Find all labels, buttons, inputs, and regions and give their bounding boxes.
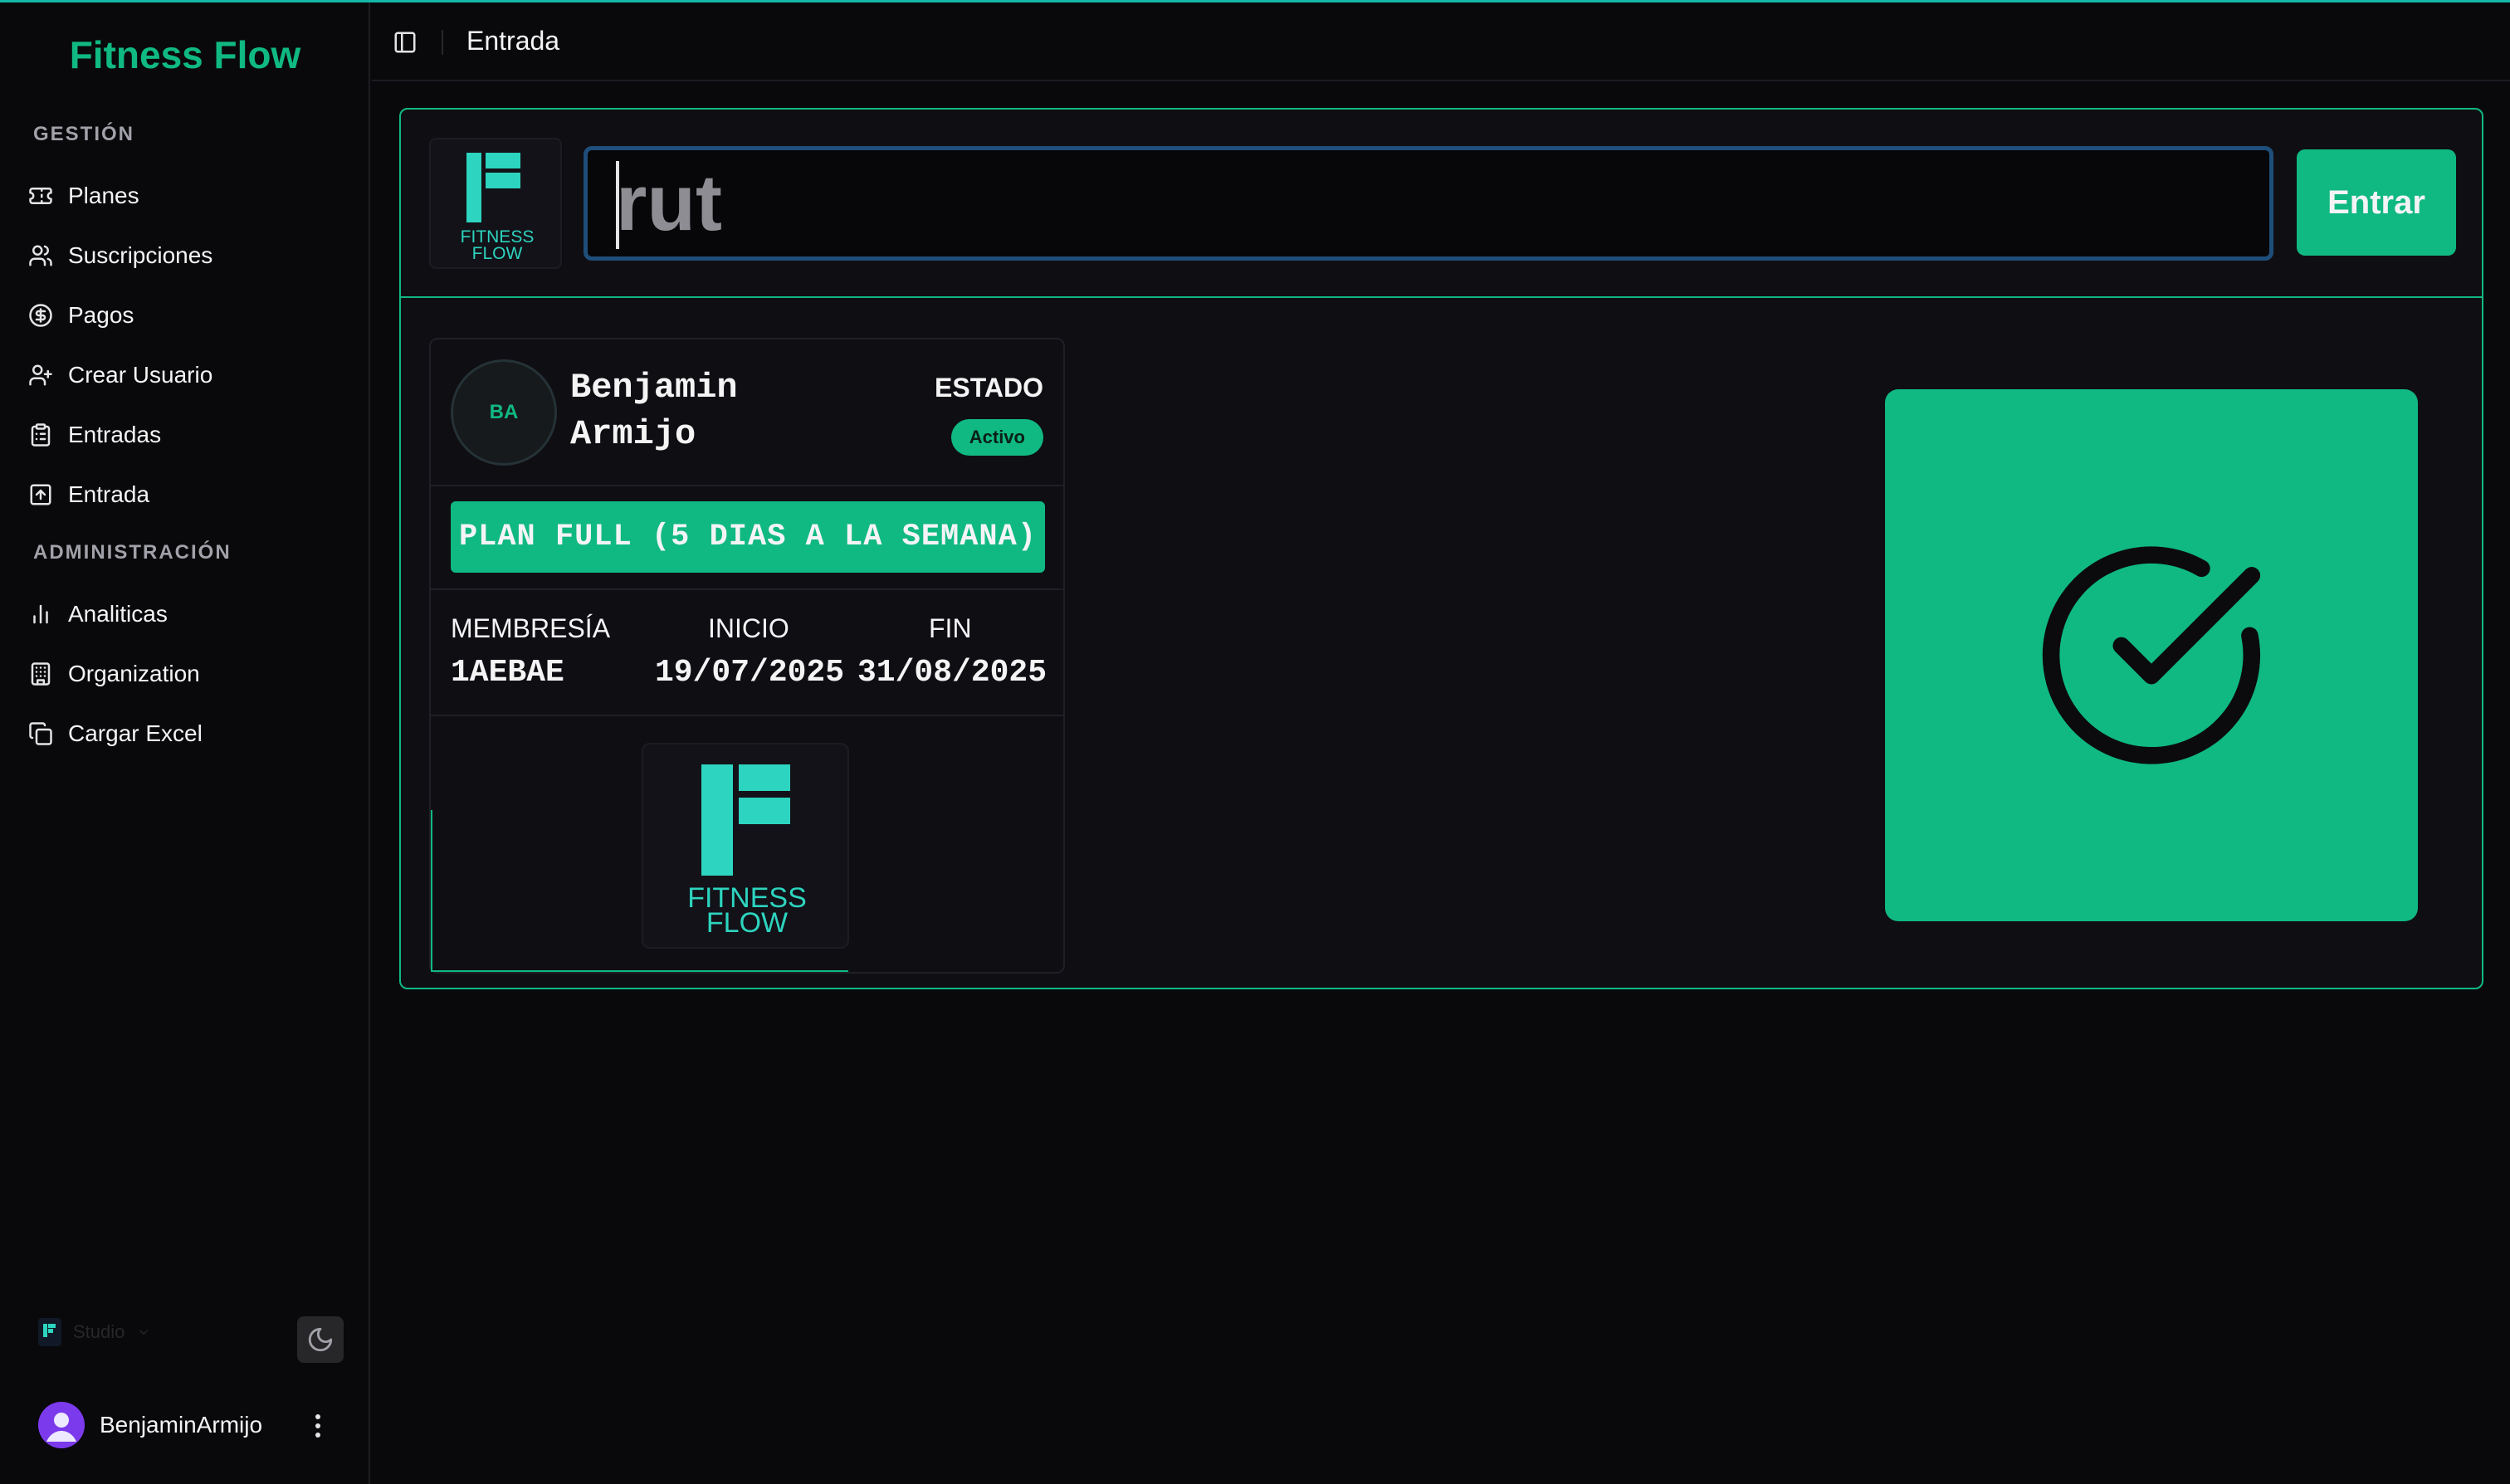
- page-title: Entrada: [466, 26, 560, 56]
- user-plus-icon: [29, 364, 52, 386]
- card-accent-line-bottom: [431, 970, 848, 972]
- panel-divider: [401, 296, 2482, 298]
- avatar: [38, 1402, 85, 1448]
- sidebar-item-crear-usuario[interactable]: Crear Usuario: [25, 350, 349, 400]
- end-date-value: 31/08/2025: [857, 655, 1047, 691]
- more-vertical-icon[interactable]: [305, 1408, 330, 1444]
- group-label-gestion: GESTIÓN: [33, 123, 135, 145]
- bar-chart-icon: [33, 604, 48, 624]
- copy-icon: [29, 722, 52, 745]
- sidebar-item-entrada[interactable]: Entrada: [25, 470, 349, 520]
- header-divider: [442, 30, 443, 55]
- fitness-flow-logo-icon: [43, 1324, 56, 1337]
- org-logo: [38, 1318, 61, 1346]
- logo-text-line2: FLOW: [706, 907, 788, 939]
- sidebar-item-label: Planes: [68, 183, 139, 208]
- org-switcher[interactable]: Studio: [38, 1318, 151, 1346]
- brand-title: Fitness Flow: [69, 33, 301, 76]
- user-avatar-icon: [38, 1402, 85, 1448]
- clipboard-list-icon: [31, 423, 51, 447]
- member-card-logo: FITNESS FLOW: [642, 743, 849, 949]
- membership-value: 1AEBAE: [451, 655, 564, 691]
- card-divider: [431, 715, 1063, 716]
- card-accent-line: [431, 810, 432, 972]
- theme-toggle-button[interactable]: [297, 1316, 344, 1363]
- fitness-flow-logo-icon: FITNESS FLOW: [687, 764, 807, 939]
- brand-logo: FITNESS FLOW: [429, 138, 562, 269]
- status-badge: Activo: [950, 419, 1043, 456]
- user-profile[interactable]: BenjaminArmijo: [38, 1402, 262, 1448]
- text-caret: [616, 161, 619, 249]
- end-label: FIN: [929, 613, 972, 643]
- sidebar-item-planes[interactable]: Planes: [25, 171, 349, 221]
- status-label: ESTADO: [935, 373, 1043, 403]
- page-header: Entrada: [372, 2, 2510, 81]
- member-name: Benjamin Armijo: [570, 364, 786, 457]
- building-icon: [31, 662, 51, 686]
- sidebar-item-suscripciones[interactable]: Suscripciones: [25, 231, 349, 281]
- sidebar-item-label: Cargar Excel: [68, 720, 203, 746]
- sidebar-item-label: Suscripciones: [68, 242, 213, 268]
- sidebar-item-organization[interactable]: Organization: [25, 649, 349, 699]
- checkin-panel: FITNESS FLOW Entrar BA Benjamin Armijo E…: [399, 108, 2483, 989]
- member-last-name: Armijo: [570, 414, 696, 454]
- dollar-circle-icon: [29, 304, 52, 327]
- member-first-name: Benjamin: [570, 368, 738, 408]
- logo-text-line2: FLOW: [472, 244, 523, 263]
- square-arrow-up-icon: [30, 484, 51, 505]
- sidebar: Fitness Flow GESTIÓN Planes Suscripcione…: [0, 2, 370, 1484]
- user-name: BenjaminArmijo: [100, 1412, 263, 1438]
- fitness-flow-logo-icon: FITNESS FLOW: [461, 153, 534, 263]
- checkin-success-indicator: [1885, 389, 2418, 921]
- card-divider: [431, 588, 1063, 590]
- sidebar-item-analiticas[interactable]: Analiticas: [25, 589, 349, 639]
- panel-left-icon: [394, 32, 416, 53]
- sidebar-item-pagos[interactable]: Pagos: [25, 290, 349, 340]
- card-divider: [431, 485, 1063, 486]
- start-label: INICIO: [708, 613, 789, 643]
- sidebar-toggle-button[interactable]: [390, 27, 420, 57]
- org-name: Studio: [73, 1321, 125, 1342]
- rut-input[interactable]: [584, 146, 2273, 261]
- chevron-down-icon: [139, 1330, 149, 1335]
- sidebar-item-label: Entradas: [68, 422, 162, 447]
- ticket-icon: [29, 188, 52, 204]
- sidebar-item-label: Entrada: [68, 481, 150, 507]
- member-avatar: BA: [451, 359, 557, 466]
- sidebar-item-cargar-excel[interactable]: Cargar Excel: [25, 709, 349, 759]
- check-circle-icon: [2042, 545, 2261, 764]
- users-icon: [29, 245, 52, 266]
- moon-icon: [308, 1327, 333, 1352]
- membership-label: MEMBRESÍA: [451, 613, 611, 643]
- sidebar-item-label: Pagos: [68, 302, 134, 328]
- start-date-value: 19/07/2025: [655, 655, 845, 691]
- sidebar-item-entradas[interactable]: Entradas: [25, 410, 349, 460]
- enter-button[interactable]: Entrar: [2297, 149, 2456, 256]
- sidebar-item-label: Analiticas: [68, 601, 168, 627]
- sidebar-item-label: Organization: [68, 661, 200, 686]
- sidebar-item-label: Crear Usuario: [68, 362, 213, 388]
- group-label-administracion: ADMINISTRACIÓN: [33, 541, 232, 564]
- plan-banner: PLAN FULL (5 DIAS A LA SEMANA): [451, 501, 1045, 573]
